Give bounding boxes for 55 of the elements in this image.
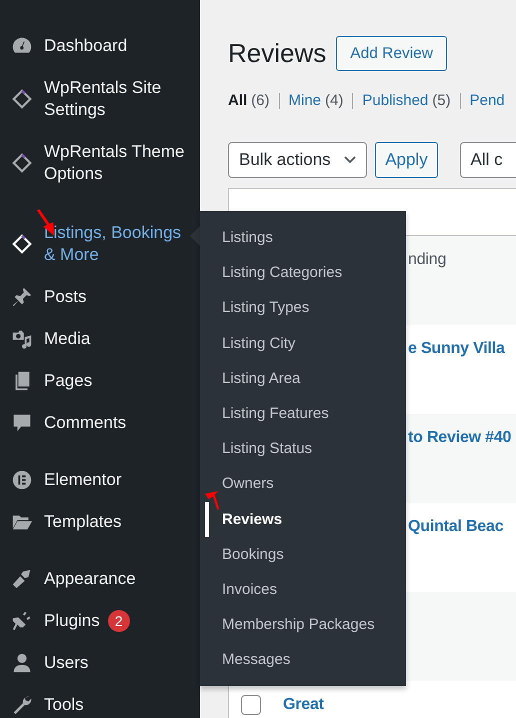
pointer-arrow-icon (204, 490, 220, 510)
user-icon (11, 652, 33, 674)
sidebar-item[interactable]: Users (44, 652, 88, 674)
submenu-item[interactable]: Owners (200, 466, 406, 502)
sidebar-item[interactable]: Dashboard (44, 35, 128, 57)
sidebar-item[interactable]: Media (44, 328, 90, 350)
submenu-item[interactable]: Listing Features (200, 396, 406, 432)
sidebar-item[interactable]: Pages (44, 370, 92, 392)
page-title: Reviews (228, 38, 326, 69)
sidebar-item[interactable]: Tools (44, 694, 84, 716)
submenu-item[interactable]: Listing City (200, 326, 406, 361)
submenu-item[interactable]: Listing Area (200, 360, 406, 396)
submenu-item[interactable]: Messages (200, 642, 406, 678)
circle-logo-icon (11, 469, 33, 491)
sidebar-item[interactable]: Elementor (44, 469, 122, 491)
sidebar-item[interactable]: Posts (44, 286, 87, 308)
sidebar-item[interactable]: Listings, Bookings & More (44, 222, 192, 266)
sidebar-item[interactable]: Templates (44, 511, 122, 533)
brush-icon (11, 568, 33, 590)
filter-select[interactable]: All c (460, 142, 516, 178)
filter-link[interactable]: Mine (4) (288, 92, 344, 109)
sidebar-item[interactable]: Comments (44, 412, 126, 434)
diamond-icon (11, 88, 33, 110)
media-icon (11, 328, 33, 350)
title-link[interactable]: Quintal Beac (408, 517, 504, 537)
row-checkbox[interactable] (241, 695, 261, 715)
submenu-item[interactable]: Listing Status (200, 431, 406, 466)
submenu-item[interactable]: Listings (200, 220, 406, 256)
count-badge: 2 (108, 610, 130, 632)
plug-icon (11, 610, 33, 632)
sidebar-item[interactable]: Plugins (44, 610, 100, 632)
diamond-icon (11, 152, 33, 174)
bulk-actions-select[interactable]: Bulk actions (228, 142, 368, 178)
comment-icon (11, 412, 33, 434)
diamond-icon (11, 233, 33, 255)
title-link[interactable]: to Review #40 (408, 428, 512, 448)
status-text: nding (408, 250, 446, 270)
title-link[interactable]: e Sunny Villa (408, 339, 505, 359)
apply-button[interactable]: Apply (375, 142, 438, 178)
sidebar-item[interactable]: WpRentals Site Settings (44, 77, 192, 121)
filter-link[interactable]: All (6) (228, 92, 270, 109)
title-link[interactable]: Great (283, 695, 324, 715)
submenu-item[interactable]: Invoices (200, 572, 406, 608)
submenu-item[interactable]: Bookings (200, 536, 406, 572)
submenu-item[interactable]: Listing Categories (200, 255, 406, 290)
add-review-button[interactable]: Add Review (336, 36, 447, 71)
wrench-icon (11, 694, 33, 716)
sidebar-item[interactable]: WpRentals Theme Options (44, 141, 192, 185)
filter-link[interactable]: Published (5) (362, 92, 451, 109)
filter-link[interactable]: Pend (470, 92, 505, 109)
pin-icon (11, 286, 33, 308)
submenu-item[interactable]: Listing Types (200, 290, 406, 326)
sidebar-item[interactable]: Appearance (44, 568, 136, 590)
chevron-down-icon (344, 156, 356, 164)
submenu-item[interactable]: Membership Packages (200, 607, 406, 642)
